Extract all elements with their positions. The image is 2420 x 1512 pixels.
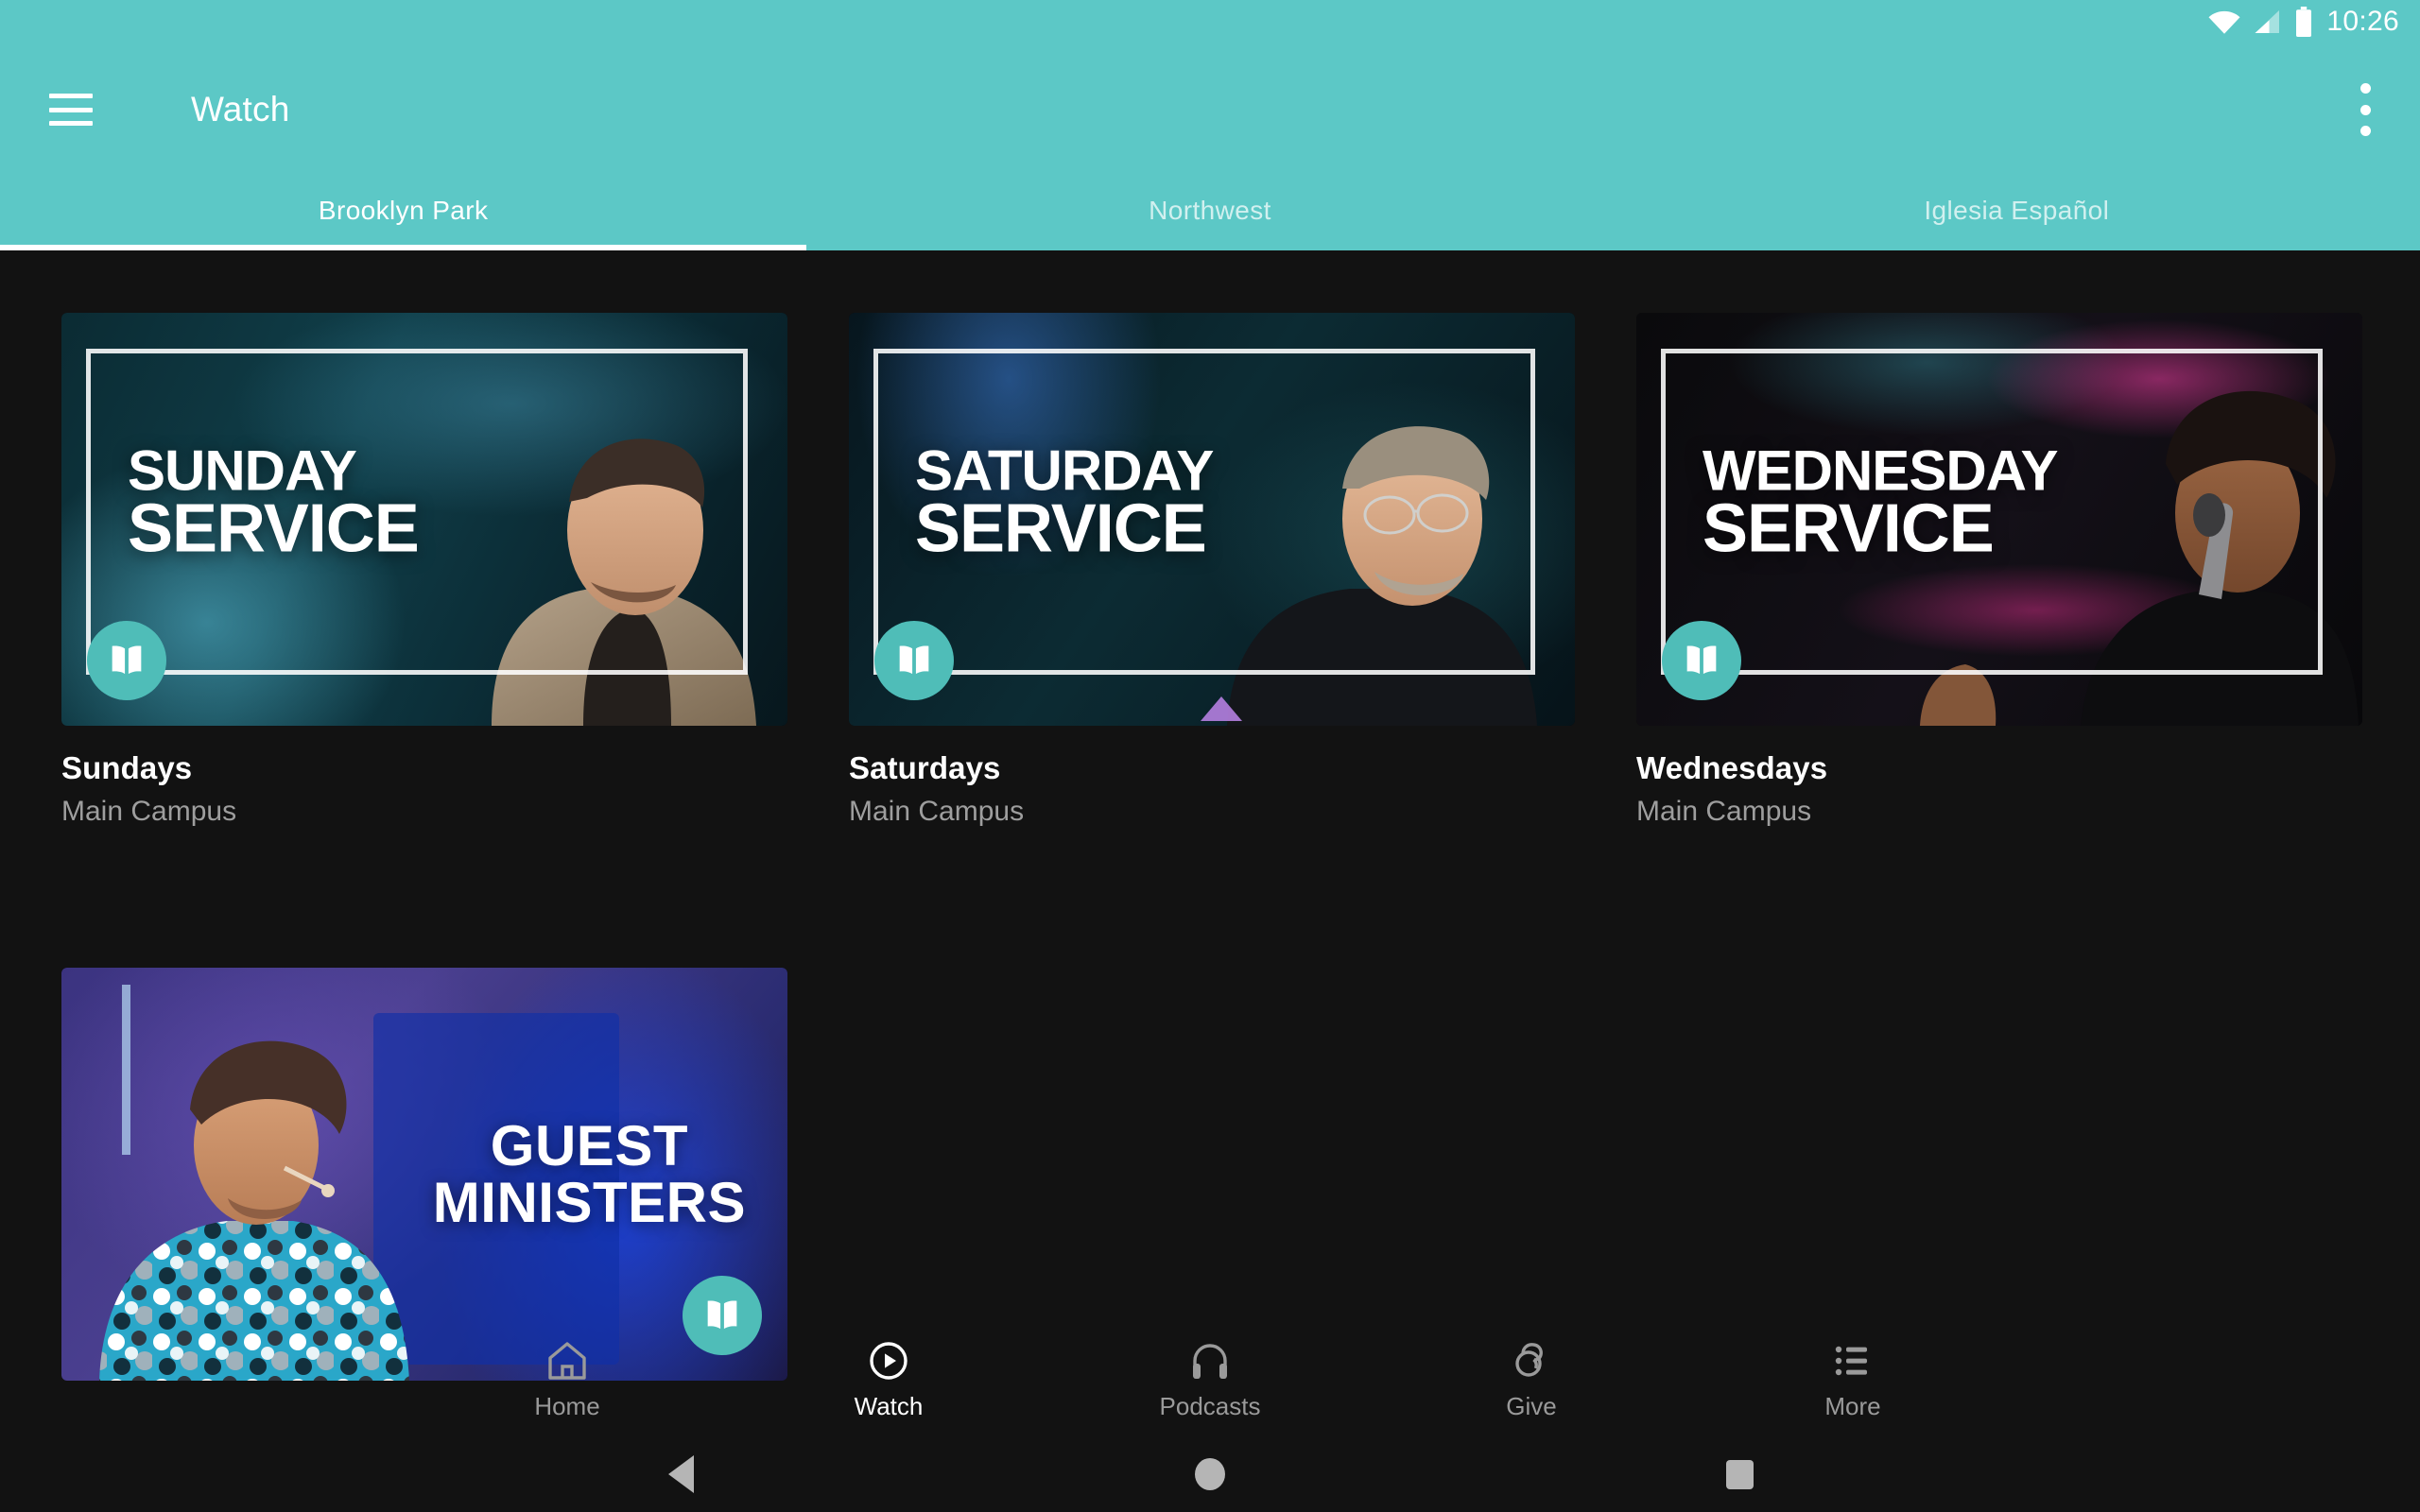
android-system-navigation [0,1436,2420,1512]
system-home-button[interactable] [945,1458,1475,1490]
artwork-title-line2: SERVICE [128,490,420,567]
artwork-title-line2: MINISTERS [432,1170,746,1234]
video-card-sundays[interactable]: SUNDAY SERVICE Sundays Main Campus [61,313,787,828]
artwork-title: SATURDAY SERVICE [915,438,1214,567]
card-subtitle: Main Campus [849,796,1025,827]
card-title: Sundays [61,750,193,785]
page-title: Watch [191,90,290,129]
open-book-glyph [1686,645,1717,675]
recents-square-icon [1725,1459,1754,1489]
artwork-title: GUEST MINISTERS [432,1113,746,1234]
artwork-title-line1: SATURDAY [915,438,1214,503]
nav-item-give[interactable]: Give [1371,1338,1692,1421]
home-icon [548,1342,586,1380]
status-icon-group [2207,7,2313,37]
nav-label: Give [1506,1392,1557,1420]
video-row: SUNDAY SERVICE Sundays Main Campus SATUR… [0,313,2420,828]
thumbnail[interactable]: SATURDAY SERVICE [849,313,1575,726]
open-book-glyph [899,645,929,675]
open-book-icon [874,621,954,700]
thumbnail[interactable]: SUNDAY SERVICE [61,313,787,726]
cell-signal-icon [2255,10,2280,33]
tab-label: Iglesia Español [1924,195,2110,225]
open-book-icon [87,621,166,700]
card-title: Wednesdays [1636,750,1828,785]
thumbnail[interactable]: WEDNESDAY SERVICE [1636,313,2362,726]
status-bar: 10:26 [0,0,2420,43]
open-book-icon [1662,621,1741,700]
artwork-title-line1: SUNDAY [128,438,357,503]
bottom-navigation-bar: Home Watch Podcasts Give More [0,1323,2420,1436]
artwork-title: SUNDAY SERVICE [128,438,420,567]
nav-label: Watch [854,1392,924,1420]
app-bar: Watch [0,43,2420,176]
system-recents-button[interactable] [1475,1459,2004,1489]
campus-tab-bar: Brooklyn Park Northwest Iglesia Español [0,176,2420,250]
nav-item-home[interactable]: Home [406,1338,728,1421]
video-grid: SUNDAY SERVICE Sundays Main Campus SATUR… [0,250,2420,1405]
play-circle-icon [870,1342,908,1380]
artwork-title-line1: WEDNESDAY [1703,438,2059,503]
artwork-title-line1: GUEST [490,1113,688,1177]
open-book-glyph [112,645,142,675]
nav-item-watch[interactable]: Watch [728,1338,1049,1421]
nav-item-more[interactable]: More [1692,1338,2014,1421]
tab-iglesia-espanol[interactable]: Iglesia Español [1614,176,2420,250]
battery-icon [2296,7,2312,37]
nav-label: More [1824,1392,1881,1420]
artwork-title-line2: SERVICE [915,490,1207,567]
list-icon [1835,1346,1867,1376]
nav-label: Podcasts [1159,1392,1261,1420]
overflow-menu-icon[interactable] [2360,83,2371,136]
tab-label: Brooklyn Park [318,195,489,225]
card-subtitle: Main Campus [61,796,237,827]
system-back-button[interactable] [416,1455,945,1493]
status-bar-time: 10:26 [2326,6,2399,37]
tab-brooklyn-park[interactable]: Brooklyn Park [0,176,807,250]
card-subtitle: Main Campus [1636,796,1812,827]
headphones-icon [1193,1344,1227,1379]
tab-northwest[interactable]: Northwest [806,176,1613,250]
tab-label: Northwest [1149,195,1271,225]
home-circle-icon [1195,1458,1225,1490]
nav-item-podcasts[interactable]: Podcasts [1049,1338,1371,1421]
nav-label: Home [534,1392,600,1420]
hamburger-menu-icon[interactable] [49,94,93,126]
back-triangle-icon [667,1455,694,1493]
artwork-title: WEDNESDAY SERVICE [1703,438,2059,567]
video-card-wednesdays[interactable]: WEDNESDAY SERVICE Wednesdays Main Campus [1636,313,2362,828]
video-card-saturdays[interactable]: SATURDAY SERVICE Saturdays Main Campus [849,313,1575,828]
thumbnail[interactable]: GUEST MINISTERS [61,968,787,1381]
wifi-icon [2208,10,2240,34]
giving-hand-icon [1515,1343,1543,1377]
artwork-title-line2: SERVICE [1703,490,1995,567]
card-title: Saturdays [849,750,1001,785]
